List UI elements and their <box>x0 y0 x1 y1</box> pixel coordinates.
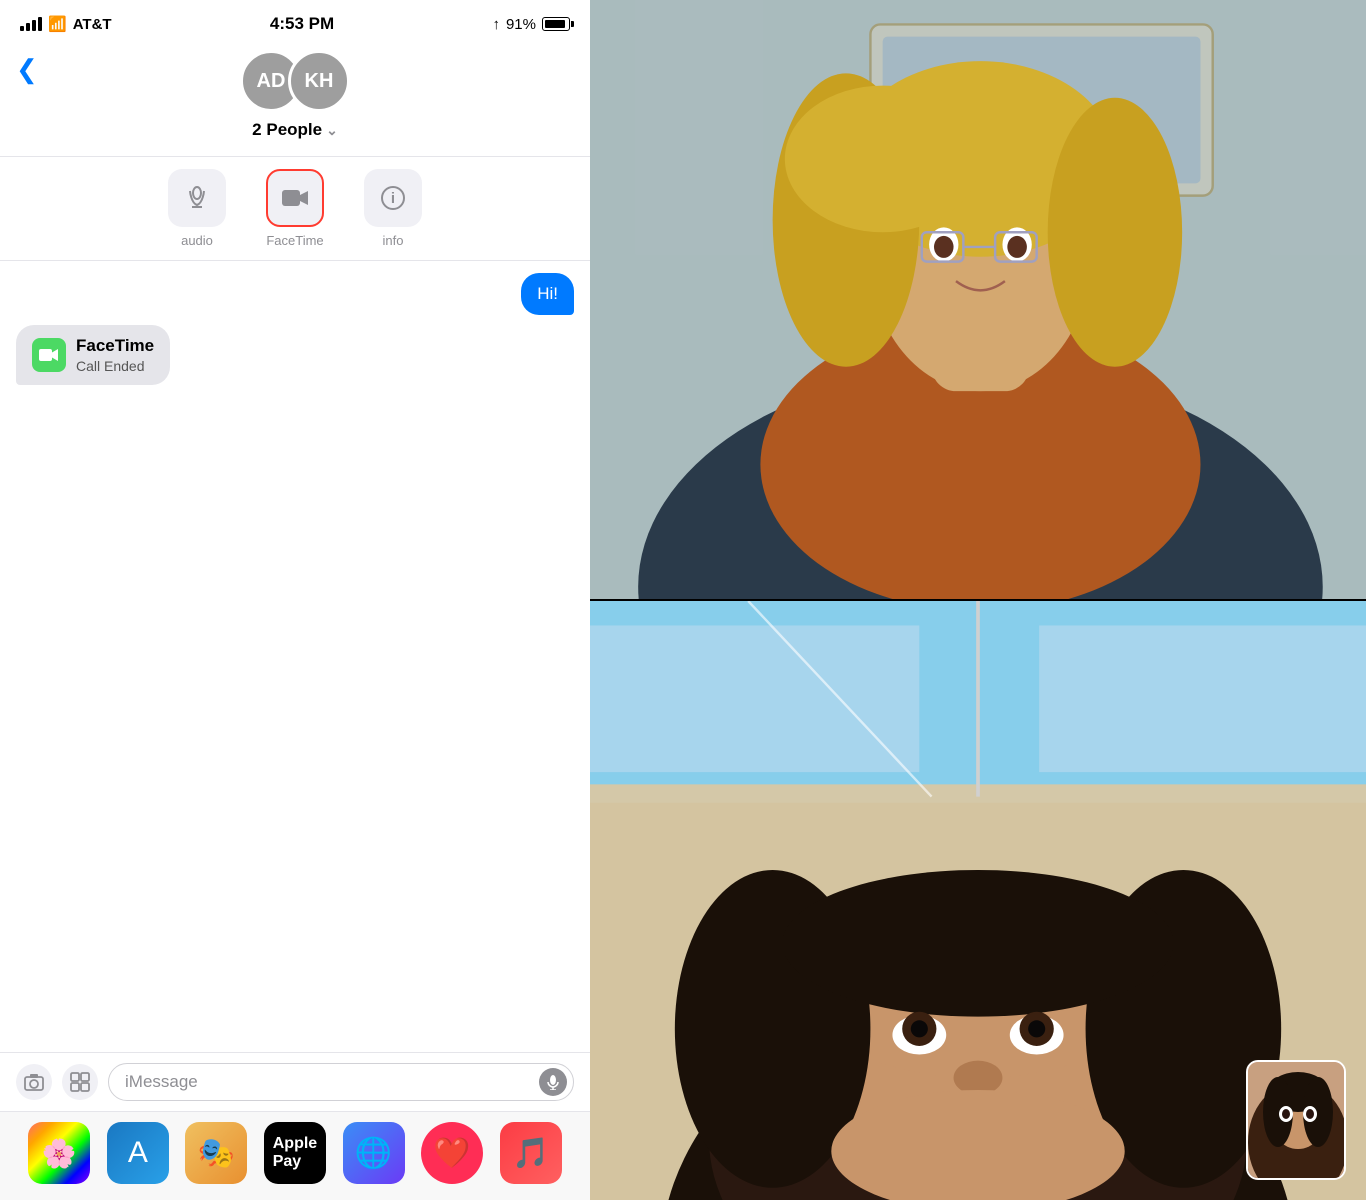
back-button[interactable]: ❮ <box>16 54 38 85</box>
input-bar: iMessage <box>0 1052 590 1111</box>
status-time: 4:53 PM <box>270 14 334 34</box>
message-text: Hi! <box>537 284 558 303</box>
messages-header: ❮ AD KH 2 People ⌄ <box>0 42 590 157</box>
facetime-video-top <box>590 0 1366 599</box>
dock-appstore[interactable]: A <box>107 1122 169 1184</box>
info-label: info <box>383 233 404 248</box>
chevron-down-icon: ⌄ <box>326 122 338 139</box>
facetime-label: FaceTime <box>266 233 323 248</box>
camera-button[interactable] <box>16 1064 52 1100</box>
carrier-label: AT&T <box>73 16 112 33</box>
status-right: ↑ 91% <box>492 16 570 33</box>
action-buttons: audio FaceTime i info <box>0 157 590 261</box>
audio-icon <box>168 169 226 227</box>
sent-message-bubble: Hi! <box>521 273 574 315</box>
facetime-subtitle: Call Ended <box>76 357 154 375</box>
dock-apple-pay[interactable]: ApplePay <box>264 1122 326 1184</box>
battery-body <box>542 17 570 31</box>
battery-label: 91% <box>506 16 536 33</box>
message-row: Hi! <box>16 273 574 315</box>
group-name[interactable]: 2 People ⌄ <box>252 120 338 140</box>
dock-browser[interactable]: 🌐 <box>343 1122 405 1184</box>
facetime-panel <box>590 0 1366 1200</box>
facetime-title: FaceTime <box>76 335 154 357</box>
avatars-row: AD KH <box>240 50 350 112</box>
facetime-message-row: FaceTime Call Ended <box>16 325 574 385</box>
signal-bars <box>20 17 42 31</box>
facetime-call-info: FaceTime Call Ended <box>76 335 154 375</box>
info-button[interactable]: i info <box>364 169 422 248</box>
battery-fill <box>545 20 565 28</box>
avatar-kh: KH <box>288 50 350 112</box>
audio-label: audio <box>181 233 213 248</box>
message-input[interactable]: iMessage <box>108 1063 574 1101</box>
apps-button[interactable] <box>62 1064 98 1100</box>
facetime-button[interactable]: FaceTime <box>266 169 324 248</box>
facetime-icon <box>266 169 324 227</box>
audio-input-button[interactable] <box>539 1068 567 1096</box>
facetime-video-bottom <box>590 601 1366 1200</box>
self-view-thumbnail <box>1246 1060 1346 1180</box>
status-left: 📶 AT&T <box>20 15 112 33</box>
status-bar: 📶 AT&T 4:53 PM ↑ 91% <box>0 0 590 42</box>
svg-text:i: i <box>391 190 395 207</box>
video-feed-1 <box>590 0 1366 599</box>
video-feed-2 <box>590 601 1366 1200</box>
dock-music[interactable]: 🎵 <box>500 1122 562 1184</box>
wifi-icon: 📶 <box>48 15 67 33</box>
facetime-bubble: FaceTime Call Ended <box>16 325 170 385</box>
messages-area[interactable]: Hi! FaceTime Call Ended <box>0 261 590 1052</box>
iphone-panel: 📶 AT&T 4:53 PM ↑ 91% ❮ AD KH 2 People <box>0 0 590 1200</box>
facetime-video-icon <box>32 338 66 372</box>
dock-photos[interactable]: 🌸 <box>28 1122 90 1184</box>
dock: 🌸 A 🎭 ApplePay 🌐 ❤️ 🎵 <box>0 1111 590 1200</box>
audio-button[interactable]: audio <box>168 169 226 248</box>
dock-memoji[interactable]: 🎭 <box>185 1122 247 1184</box>
dock-social[interactable]: ❤️ <box>421 1122 483 1184</box>
info-icon: i <box>364 169 422 227</box>
battery-indicator <box>542 17 570 31</box>
location-icon: ↑ <box>492 16 500 33</box>
message-placeholder: iMessage <box>125 1072 198 1092</box>
